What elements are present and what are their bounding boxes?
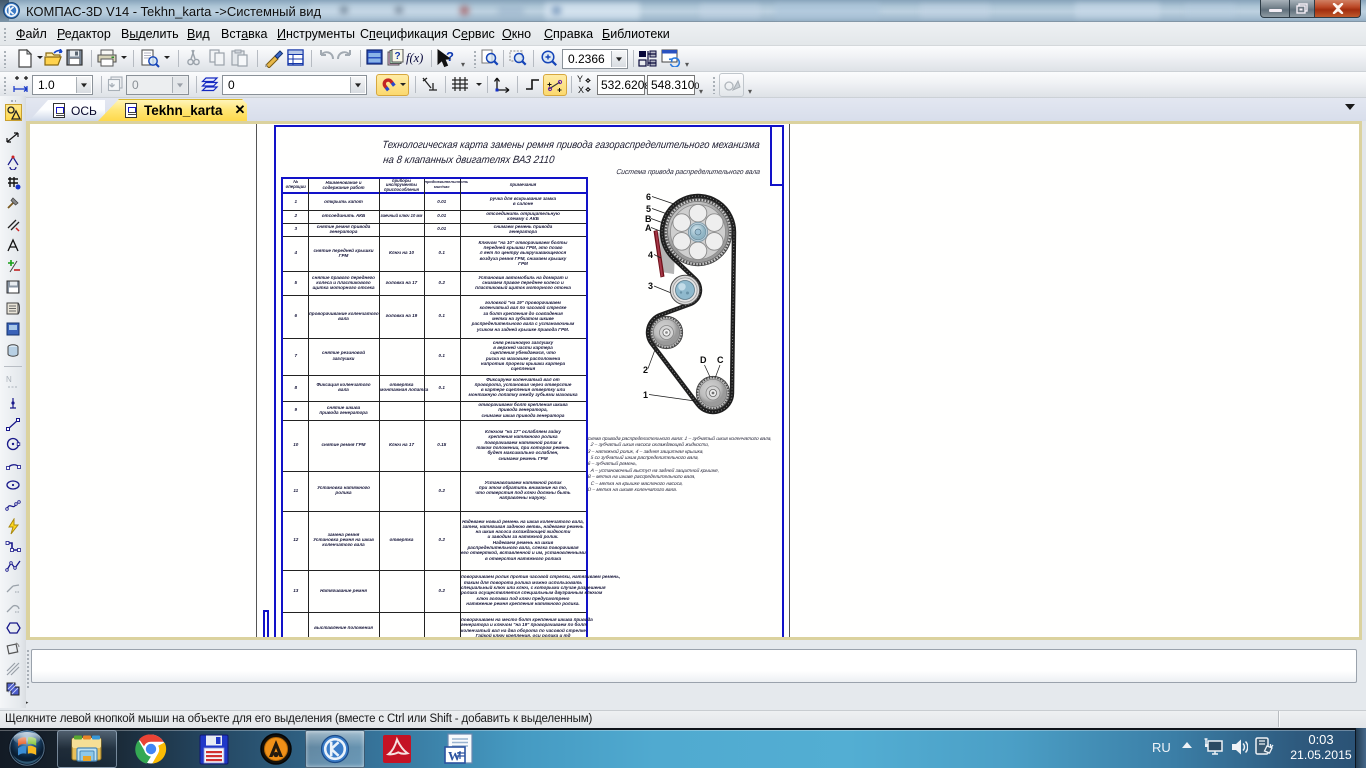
svg-text:Y: Y (577, 74, 583, 84)
svg-text:?: ? (446, 49, 454, 64)
svg-text:f(x): f(x) (406, 51, 423, 65)
svg-text:X: X (578, 85, 584, 94)
svg-text:?: ? (395, 51, 401, 62)
svg-text:N: N (6, 375, 12, 384)
